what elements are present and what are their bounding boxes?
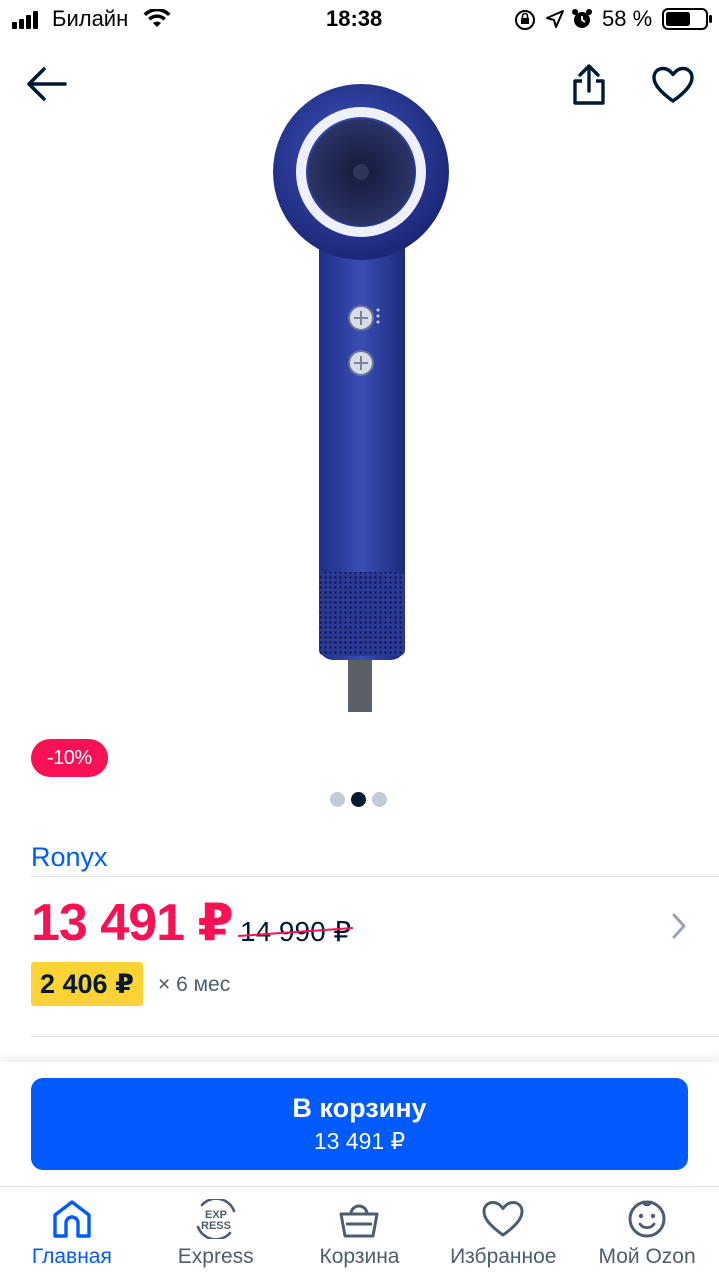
price-details-button[interactable]	[668, 910, 690, 947]
add-to-cart-label: В корзину	[292, 1093, 427, 1123]
express-icon: EXP RESS	[196, 1199, 235, 1239]
favorite-button[interactable]	[648, 62, 698, 108]
battery-percent: 58 %	[602, 6, 653, 31]
cellular-signal-icon	[12, 11, 40, 29]
tab-express-label: Express	[177, 1245, 254, 1268]
tab-my-ozon[interactable]: Мой Ozon	[575, 1187, 719, 1281]
tab-home[interactable]: Главная	[0, 1187, 144, 1281]
installment-term: × 6 мес	[158, 973, 231, 996]
discount-badge: -10%	[31, 739, 108, 777]
tab-express[interactable]: EXP RESS Express	[144, 1187, 288, 1281]
chevron-right-icon	[672, 913, 686, 939]
tab-cart[interactable]: Корзина	[288, 1187, 432, 1281]
add-to-cart-button[interactable]: В корзину 13 491 ₽	[31, 1078, 688, 1170]
tab-bar: Главная EXP RESS Express Корзина Избранн…	[0, 1186, 719, 1281]
installment-badge[interactable]: 2 406 ₽	[31, 962, 143, 1006]
divider	[31, 1036, 719, 1037]
gallery-pagination[interactable]	[330, 792, 387, 807]
wifi-icon	[143, 9, 171, 27]
home-icon	[53, 1200, 91, 1238]
back-button[interactable]	[22, 60, 70, 108]
tab-my-ozon-label: Мой Ozon	[598, 1245, 696, 1268]
status-bar: Билайн 18:38 58 %	[0, 0, 719, 40]
share-icon	[573, 64, 605, 105]
current-price: 13 491 ₽	[31, 894, 234, 952]
smiley-icon	[628, 1200, 666, 1238]
tab-favorites-label: Избранное	[450, 1245, 557, 1268]
battery-icon	[662, 8, 712, 30]
gallery-dot[interactable]	[372, 792, 387, 807]
orientation-lock-icon	[515, 10, 535, 30]
gallery-dot[interactable]	[330, 792, 345, 807]
tab-favorites[interactable]: Избранное	[431, 1187, 575, 1281]
old-price: 14 990 ₽	[238, 915, 354, 948]
heart-outline-icon	[652, 66, 694, 103]
svg-text:RESS: RESS	[201, 1220, 231, 1232]
share-button[interactable]	[566, 60, 612, 108]
carrier-name: Билайн	[52, 6, 129, 31]
divider	[31, 876, 719, 877]
arrow-left-icon	[27, 67, 67, 101]
heart-icon	[482, 1201, 524, 1237]
add-to-cart-price: 13 491 ₽	[313, 1128, 406, 1154]
tab-home-label: Главная	[31, 1245, 112, 1268]
clock: 18:38	[326, 6, 383, 31]
alarm-clock-icon	[572, 9, 592, 28]
product-image[interactable]	[48, 80, 610, 712]
tab-cart-label: Корзина	[319, 1245, 400, 1268]
brand-link[interactable]: Ronyx	[31, 842, 108, 873]
location-arrow-icon	[546, 10, 564, 28]
gallery-dot-active[interactable]	[351, 792, 366, 807]
basket-icon	[339, 1204, 379, 1238]
